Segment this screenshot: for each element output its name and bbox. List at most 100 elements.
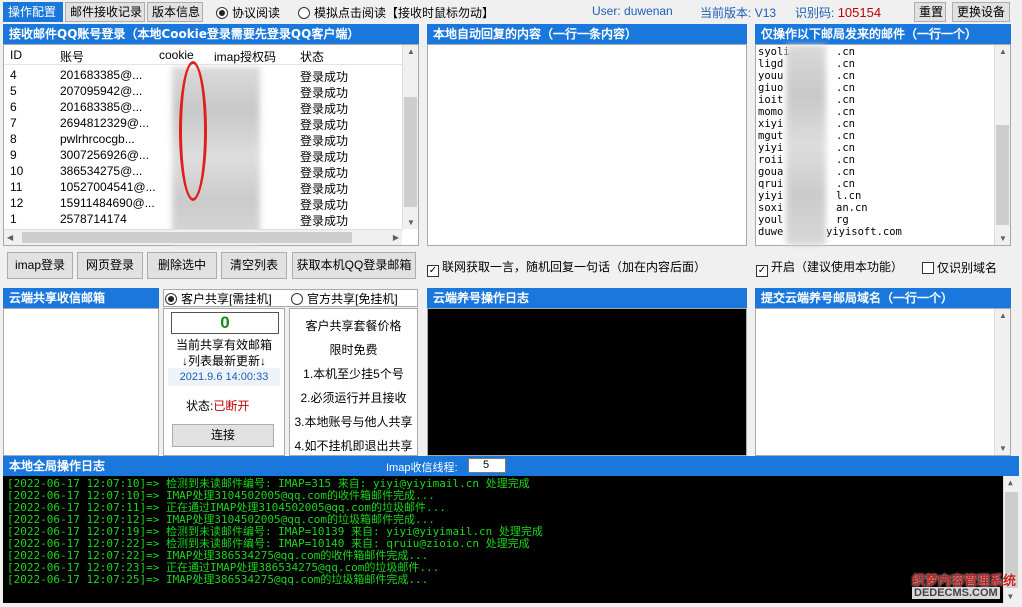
domains-panel-title: 仅操作以下邮局发来的邮件（一行一个） xyxy=(755,24,1011,44)
cell-status: 登录成功 xyxy=(300,198,349,212)
get-local-qq-button[interactable]: 获取本机QQ登录邮箱 xyxy=(292,252,416,279)
updated-time: 2021.9.6 14:00:33 xyxy=(168,368,280,386)
change-device-button[interactable]: 更换设备 xyxy=(952,2,1010,22)
radio-official-share[interactable]: 官方共享[免挂机] xyxy=(291,290,398,307)
cell-id: 1 xyxy=(10,212,17,226)
domains-vscroll[interactable]: ▲ ▼ xyxy=(994,45,1010,245)
scroll-right-icon[interactable]: ▶ xyxy=(393,233,399,242)
global-log-area[interactable]: [2022-06-17 12:07:10]=> 检测到未读邮件编号: IMAP=… xyxy=(3,476,1019,603)
domain-suffix: an.cn xyxy=(836,202,868,214)
scroll-thumb[interactable] xyxy=(404,97,417,207)
price-line: 限时免费 xyxy=(329,343,378,357)
domain-line: soxi an.cn xyxy=(758,202,868,214)
shared-count: 0 xyxy=(171,312,279,334)
delete-selected-button[interactable]: 删除选中 xyxy=(147,252,217,279)
price-line: 客户共享套餐价格 xyxy=(305,319,402,333)
cell-account: 10527004541@... xyxy=(60,180,156,194)
price-line: 3.本地账号与他人共享 xyxy=(294,415,413,429)
domain-prefix: ioit xyxy=(758,94,784,106)
accounts-hscroll[interactable]: ◀ ▶ xyxy=(4,229,402,245)
cell-status: 登录成功 xyxy=(300,214,349,228)
imap-threads-input[interactable]: 5 xyxy=(468,458,506,473)
domain-line: ioit .cn xyxy=(758,94,855,106)
domain-line: yiyi .cn xyxy=(758,142,855,154)
scroll-up-icon[interactable]: ▲ xyxy=(1008,478,1013,487)
domain-line: momo .cn xyxy=(758,106,855,118)
submit-domain-vscroll[interactable]: ▲ ▼ xyxy=(994,309,1010,455)
privacy-blur xyxy=(786,45,826,245)
domain-suffix: rg xyxy=(836,214,849,226)
domain-prefix: ligd xyxy=(758,58,784,70)
cloud-log-area[interactable] xyxy=(427,308,747,456)
submit-domain-textarea[interactable]: ▲ ▼ xyxy=(755,308,1011,456)
red-annotation-ellipse xyxy=(179,61,207,201)
cell-status: 登录成功 xyxy=(300,86,349,100)
cell-account: 201683385@... xyxy=(60,100,143,114)
price-line: 2.必须运行并且接收 xyxy=(300,391,407,405)
domain-prefix: roii xyxy=(758,154,784,166)
cloud-mailbox-list[interactable] xyxy=(3,308,159,456)
scroll-down-icon[interactable]: ▼ xyxy=(1008,592,1013,601)
radio-protocol-read[interactable]: 协议阅读 xyxy=(216,4,280,21)
col-id[interactable]: ID xyxy=(10,48,22,62)
refresh-caption: ↓列表最新更新↓ xyxy=(181,354,266,368)
radio-dot xyxy=(165,293,177,305)
cell-account: 207095942@... xyxy=(60,84,143,98)
global-log-title: 本地全局操作日志 xyxy=(3,456,1019,476)
domain-suffix: l.cn xyxy=(836,190,862,202)
cell-id: 4 xyxy=(10,68,17,82)
fetch-hitokoto-checkbox[interactable]: ✓ 联网获取一言，随机回复一句话（加在内容后面） xyxy=(427,258,706,277)
accounts-table[interactable]: ID 账号 cookie imap授权码 状态 4 201683385@... 登录… xyxy=(3,44,419,246)
domain-line: youu .cn xyxy=(758,70,855,82)
log-line: [2022-06-17 12:07:25]=> IMAP处理386534275@… xyxy=(7,573,429,586)
domains-textarea[interactable]: syoli .cn ligd .cn youu .cn giuo .cn ioit .cn momo… xyxy=(755,44,1011,246)
radio-client-share[interactable]: 客户共享[需挂机] xyxy=(165,290,272,307)
scroll-left-icon[interactable]: ◀ xyxy=(7,233,13,242)
domain-suffix: .cn xyxy=(836,178,855,190)
cell-status: 登录成功 xyxy=(300,150,349,164)
domain-suffix: .cn xyxy=(836,142,855,154)
domain-prefix: youl xyxy=(758,214,784,226)
domain-suffix: .cn xyxy=(836,130,855,142)
domain-line: xiyi .cn xyxy=(758,118,855,130)
scroll-thumb[interactable] xyxy=(996,125,1009,225)
imap-login-button[interactable]: imap登录 xyxy=(7,252,73,279)
radio-simulate-read[interactable]: 模拟点击阅读【接收时鼠标勿动】 xyxy=(298,4,494,21)
col-cookie[interactable]: cookie xyxy=(159,48,194,62)
domain-suffix: .cn xyxy=(836,118,855,130)
price-info-card: 客户共享套餐价格 限时免费 1.本机至少挂5个号 2.必须运行并且接收 3.本地账号与他… xyxy=(289,308,418,456)
domain-prefix: qrui xyxy=(758,178,784,190)
domain-line: mgut .cn xyxy=(758,130,855,142)
only-identify-domain-checkbox[interactable]: 仅识别域名 xyxy=(922,259,997,276)
clear-list-button[interactable]: 清空列表 xyxy=(221,252,287,279)
cloud-log-panel-title: 云端养号操作日志 xyxy=(427,288,747,308)
reset-button[interactable]: 重置 xyxy=(914,2,946,22)
scroll-up-icon[interactable]: ▲ xyxy=(999,47,1007,56)
connect-button[interactable]: 连接 xyxy=(172,424,274,447)
col-account[interactable]: 账号 xyxy=(60,48,84,65)
auto-reply-textarea[interactable] xyxy=(427,44,747,246)
scroll-down-icon[interactable]: ▼ xyxy=(407,218,415,227)
web-login-button[interactable]: 网页登录 xyxy=(77,252,143,279)
cell-account: 201683385@... xyxy=(60,68,143,82)
cell-account: pwlrhrcocgb... xyxy=(60,132,135,146)
hscroll-thumb[interactable] xyxy=(22,232,352,243)
tab-operation-config[interactable]: 操作配置 xyxy=(3,2,63,22)
shared-count-caption: 当前共享有效邮箱 xyxy=(175,338,272,352)
scroll-up-icon[interactable]: ▲ xyxy=(407,47,415,56)
col-imap-code[interactable]: imap授权码 xyxy=(214,48,276,65)
accounts-vscroll[interactable]: ▲ ▼ xyxy=(402,45,418,229)
tab-mail-records[interactable]: 邮件接收记录 xyxy=(65,2,145,22)
cell-status: 登录成功 xyxy=(300,102,349,116)
domain-suffix: .cn xyxy=(836,94,855,106)
scroll-up-icon[interactable]: ▲ xyxy=(999,311,1007,320)
tab-version-info[interactable]: 版本信息 xyxy=(147,2,203,22)
scroll-down-icon[interactable]: ▼ xyxy=(999,234,1007,243)
enable-filter-checkbox[interactable]: ✓ 开启（建议使用本功能） xyxy=(756,258,903,277)
domain-prefix: soxi xyxy=(758,202,784,214)
domain-prefix: mgut xyxy=(758,130,784,142)
submit-domain-panel-title: 提交云端养号邮局域名（一行一个） xyxy=(755,288,1011,308)
scroll-down-icon[interactable]: ▼ xyxy=(999,444,1007,453)
cell-id: 10 xyxy=(10,164,24,178)
col-status[interactable]: 状态 xyxy=(300,48,324,65)
